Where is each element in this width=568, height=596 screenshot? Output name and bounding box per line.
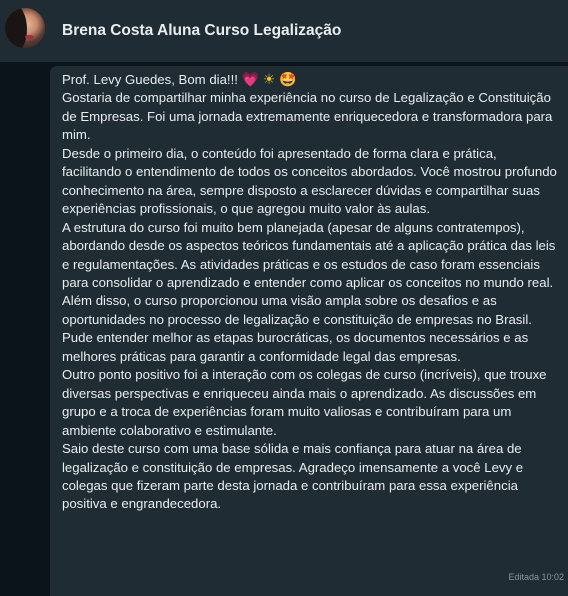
message-text: Prof. Levy Guedes, Bom dia!!! 💗 ☀ 🤩 Gost… [62, 70, 558, 514]
sun-emoji-icon: ☀ [262, 71, 276, 87]
message-greeting: Prof. Levy Guedes, Bom dia!!! [62, 72, 238, 87]
message-paragraph: Além disso, o curso proporcionou uma vis… [62, 293, 532, 364]
message-paragraph: Outro ponto positivo foi a interação com… [62, 367, 547, 438]
heart-emoji-icon: 💗 [241, 71, 260, 87]
message-paragraph: A estrutura do curso foi muito bem plane… [62, 219, 556, 290]
avatar[interactable] [5, 8, 45, 48]
chat-header: Brena Costa Aluna Curso Legalização [0, 0, 568, 62]
avatar-lips [25, 35, 34, 39]
message-greeting-line: Prof. Levy Guedes, Bom dia!!! 💗 ☀ 🤩 [62, 70, 558, 89]
message-paragraph: Gostaria de compartilhar minha experiênc… [62, 90, 553, 143]
chat-area: Prof. Levy Guedes, Bom dia!!! 💗 ☀ 🤩 Gost… [0, 62, 568, 596]
avatar-hair [5, 8, 27, 48]
star-struck-emoji-icon: 🤩 [278, 71, 297, 87]
message-bubble[interactable]: Prof. Levy Guedes, Bom dia!!! 💗 ☀ 🤩 Gost… [50, 66, 568, 596]
contact-name[interactable]: Brena Costa Aluna Curso Legalização [62, 22, 341, 40]
message-paragraph: Saio deste curso com uma base sólida e m… [62, 441, 524, 512]
message-paragraph: Desde o primeiro dia, o conteúdo foi apr… [62, 145, 557, 217]
